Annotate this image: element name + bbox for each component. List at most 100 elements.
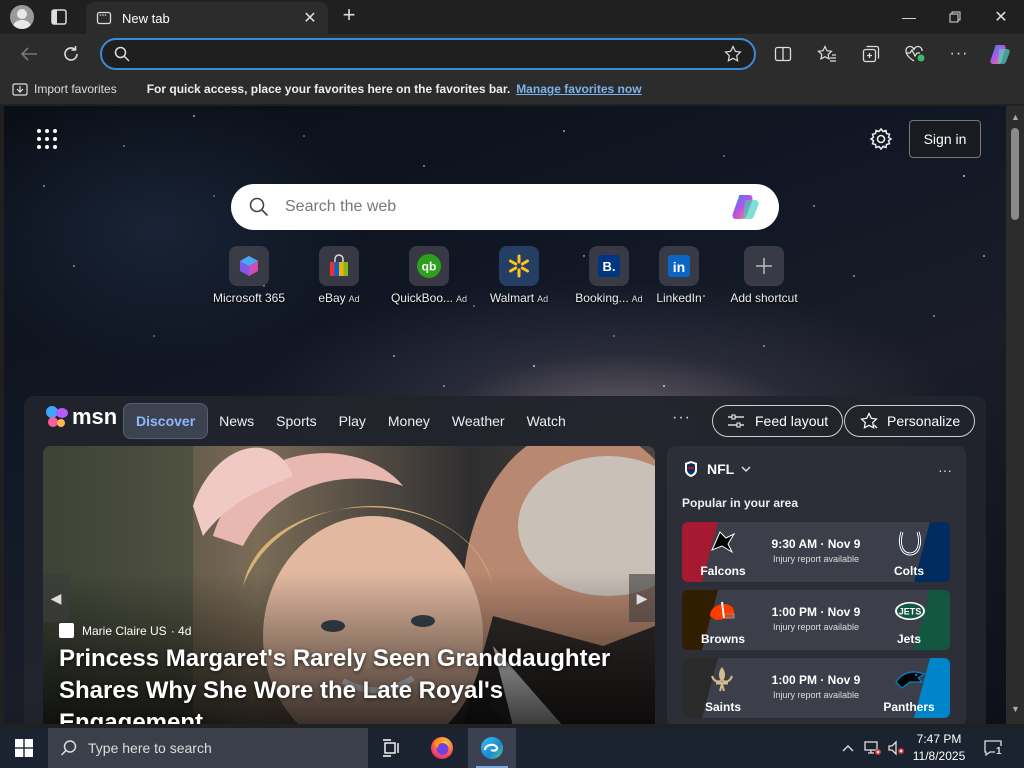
back-arrow-icon	[20, 47, 37, 61]
favorites-icon[interactable]	[814, 42, 840, 66]
firefox-icon	[431, 737, 453, 759]
address-bar[interactable]	[100, 38, 756, 70]
scroll-down-arrow-icon[interactable]: ▼	[1011, 704, 1020, 714]
article-headline[interactable]: Princess Margaret's Rarely Seen Granddau…	[59, 643, 649, 724]
start-button[interactable]	[0, 728, 48, 768]
notification-center-button[interactable]: 1	[978, 728, 1008, 768]
svg-text:qb: qb	[422, 260, 437, 274]
clock-date: 11/8/2025	[912, 749, 966, 763]
tab-new-tab[interactable]: New tab ✕	[86, 2, 328, 34]
network-button[interactable]	[860, 728, 884, 768]
next-article-button[interactable]: ▶	[629, 574, 655, 622]
chevron-down-icon	[741, 466, 751, 473]
sign-in-button[interactable]: Sign in	[909, 120, 981, 158]
web-search-box[interactable]: Search the web	[231, 184, 779, 230]
injury-note: Injury report available	[772, 690, 860, 700]
widget-more-icon[interactable]: ···	[938, 462, 952, 478]
shortcut-ebay[interactable]: eBay Ad	[294, 246, 384, 305]
back-button[interactable]	[14, 40, 44, 68]
task-view-button[interactable]	[368, 728, 416, 768]
svg-text:JETS: JETS	[899, 607, 922, 617]
minimize-button[interactable]: —	[886, 0, 932, 34]
favorites-bar: Import favorites For quick access, place…	[0, 74, 1024, 104]
close-window-button[interactable]: ✕	[978, 0, 1024, 34]
msn-logo[interactable]: msn	[44, 404, 117, 430]
shortcut-linkedin[interactable]: in LinkedIn	[634, 246, 724, 305]
edge-icon	[481, 737, 503, 759]
nfl-dropdown[interactable]: NFL	[683, 460, 752, 478]
settings-more-icon[interactable]: ···	[946, 42, 972, 66]
refresh-button[interactable]	[56, 40, 86, 68]
task-view-icon	[383, 739, 399, 757]
more-tabs-button[interactable]: ···	[672, 409, 691, 427]
game-card[interactable]: 1:00 PM · Nov 9 Injury report available …	[682, 658, 950, 718]
team2-name: Panthers	[883, 700, 935, 714]
manage-favorites-link[interactable]: Manage favorites now	[516, 82, 641, 96]
tab-play[interactable]: Play	[328, 403, 377, 439]
volume-button[interactable]	[884, 728, 908, 768]
quickbooks-icon: qb	[417, 254, 441, 278]
shortcut-add[interactable]: Add shortcut	[719, 246, 809, 305]
tab-weather[interactable]: Weather	[441, 403, 516, 439]
maximize-button[interactable]	[932, 0, 978, 34]
profile-avatar[interactable]	[10, 5, 34, 29]
nfl-title: NFL	[707, 461, 735, 477]
star-favorite-icon[interactable]	[724, 45, 742, 63]
personalize-button[interactable]: Personalize	[844, 405, 976, 437]
chevron-left-icon: ◀	[50, 589, 62, 606]
close-tab-icon[interactable]: ✕	[302, 8, 318, 28]
tab-news[interactable]: News	[208, 403, 265, 439]
article-source: Marie Claire US · 4d	[59, 623, 191, 638]
address-input[interactable]	[140, 46, 724, 62]
windows-taskbar: Type here to search 7:47 PM 11/8/2025 1	[0, 728, 1024, 768]
tab-discover[interactable]: Discover	[123, 403, 209, 439]
new-tab-page: Sign in Search the web Microsoft 365 eBa…	[4, 106, 1006, 724]
shortcut-label: Walmart	[489, 291, 535, 305]
tab-actions-icon[interactable]	[50, 8, 68, 26]
taskbar-search-placeholder: Type here to search	[88, 740, 212, 756]
scrollbar-thumb[interactable]	[1011, 128, 1019, 220]
feed-layout-label: Feed layout	[755, 413, 829, 429]
browser-toolbar: ···	[0, 34, 1024, 74]
show-hidden-icons-button[interactable]	[838, 728, 858, 768]
hero-article-card[interactable]: ◀ ▶ Marie Claire US · 4d Princess Margar…	[43, 446, 655, 724]
split-screen-icon[interactable]	[770, 42, 796, 66]
shortcut-quickbooks[interactable]: qb QuickBoo... Ad	[384, 246, 474, 305]
browser-essentials-icon[interactable]	[902, 42, 928, 66]
page-scrollbar[interactable]: ▲ ▼	[1006, 106, 1024, 724]
previous-article-button[interactable]: ◀	[43, 574, 69, 622]
saints-fleur-de-lis-icon	[711, 667, 733, 692]
edge-taskbar-button[interactable]	[468, 728, 516, 768]
shortcut-label: eBay	[318, 291, 346, 305]
scroll-up-arrow-icon[interactable]: ▲	[1011, 112, 1020, 122]
page-settings-gear-icon[interactable]	[868, 126, 894, 152]
nfl-shield-icon	[685, 461, 697, 477]
msn-nav-tabs: Discover News Sports Play Money Weather …	[123, 403, 577, 439]
new-tab-button[interactable]: +	[338, 4, 360, 27]
team1-name: Falcons	[700, 564, 746, 578]
copilot-search-icon[interactable]	[731, 192, 761, 222]
search-icon	[60, 740, 77, 756]
import-favorites-button[interactable]: Import favorites	[12, 82, 117, 96]
collections-icon[interactable]	[858, 42, 884, 66]
team2-name: Jets	[896, 632, 922, 646]
tab-watch[interactable]: Watch	[516, 403, 577, 439]
shortcut-label: LinkedIn	[656, 291, 702, 305]
game-card[interactable]: 9:30 AM · Nov 9 Injury report available …	[682, 522, 950, 582]
team2-name: Colts	[894, 564, 924, 578]
firefox-taskbar-button[interactable]	[418, 728, 466, 768]
tab-sports[interactable]: Sports	[265, 403, 327, 439]
jets-logo-icon: JETS	[895, 602, 925, 620]
feed-layout-button[interactable]: Feed layout	[712, 405, 844, 437]
copilot-icon[interactable]	[988, 42, 1014, 66]
shortcut-walmart[interactable]: Walmart Ad	[474, 246, 564, 305]
svg-text:B.: B.	[603, 259, 616, 274]
taskbar-search-box[interactable]: Type here to search	[48, 728, 368, 768]
taskbar-clock[interactable]: 7:47 PM 11/8/2025	[908, 731, 970, 765]
apps-grid-icon[interactable]	[36, 128, 58, 150]
shortcut-label: QuickBoo...	[390, 291, 453, 305]
shortcut-microsoft-365[interactable]: Microsoft 365	[204, 246, 294, 305]
tab-money[interactable]: Money	[377, 403, 441, 439]
game-card[interactable]: JETS 1:00 PM · Nov 9 Injury report avail…	[682, 590, 950, 650]
nfl-widget: NFL ··· Popular in your area 9:30 AM · N…	[667, 446, 966, 724]
